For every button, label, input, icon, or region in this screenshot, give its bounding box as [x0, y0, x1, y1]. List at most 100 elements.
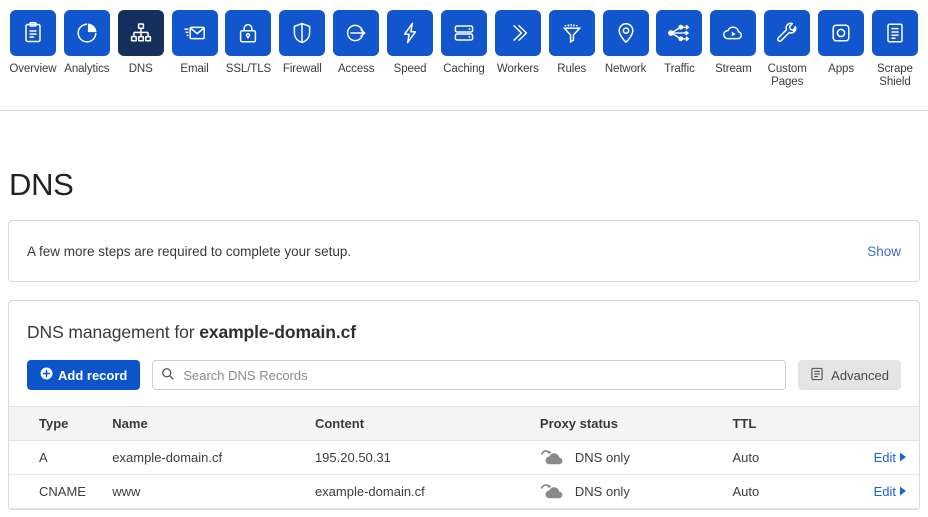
dns-heading-prefix: DNS management for [27, 322, 200, 342]
nav-label-network: Network [604, 63, 647, 75]
column-header-ttl[interactable]: TTL [726, 406, 849, 441]
nav-label-rules: Rules [557, 63, 587, 75]
proxy-status-label: DNS only [574, 484, 630, 499]
dns-table-body: A example-domain.cf 195.20.50.31 DNS onl… [9, 440, 919, 509]
nav-label-access: Access [337, 63, 375, 75]
nav-item-access[interactable]: Access [329, 10, 383, 76]
cell-type: CNAME [9, 474, 107, 509]
column-header-actions [848, 406, 919, 441]
nav-tile-scrape-shield[interactable] [871, 10, 918, 56]
apps-icon [829, 21, 853, 45]
setup-notice-show-link[interactable]: Show [867, 244, 901, 259]
nav-item-firewall[interactable]: Firewall [275, 10, 329, 76]
nav-label-traffic: Traffic [664, 63, 695, 75]
nav-item-caching[interactable]: Caching [437, 10, 491, 76]
nav-label-firewall: Firewall [282, 63, 322, 75]
advanced-label: Advanced [831, 367, 889, 383]
plus-circle-icon [40, 367, 53, 383]
dns-management-heading: DNS management for example-domain.cf [9, 301, 919, 343]
nav-item-custom-pages[interactable]: Custom Pages [760, 10, 814, 89]
cell-content: example-domain.cf [308, 474, 534, 509]
nav-tile-traffic[interactable] [656, 10, 703, 56]
cell-name: example-domain.cf [106, 440, 309, 475]
grey-cloud-icon [540, 448, 566, 468]
nav-tile-ssl-tls[interactable] [225, 10, 272, 56]
nav-label-stream: Stream [715, 63, 752, 75]
edit-record-link[interactable]: Edit [874, 484, 907, 499]
advanced-button[interactable]: Advanced [798, 360, 901, 390]
nav-tile-workers[interactable] [494, 10, 541, 56]
page-content: DNS A few more steps are required to com… [0, 167, 928, 510]
page-title: DNS [9, 167, 74, 202]
cell-ttl: Auto [726, 440, 849, 475]
nav-item-overview[interactable]: Overview [6, 10, 60, 76]
cell-proxy-status[interactable]: DNS only [533, 440, 727, 475]
lock-icon [236, 21, 260, 45]
nav-tile-apps[interactable] [818, 10, 865, 56]
cell-proxy-status[interactable]: DNS only [533, 474, 727, 509]
nav-item-dns[interactable]: DNS [114, 10, 168, 76]
nav-tile-speed[interactable] [387, 10, 434, 56]
nav-tile-custom-pages[interactable] [764, 10, 811, 56]
nav-item-ssl-tls[interactable]: SSL/TLS [222, 10, 276, 76]
nav-item-analytics[interactable]: Analytics [60, 10, 114, 76]
app-nav: Overview Analytics DNS Email SSL/TLS Fir… [0, 0, 928, 111]
nav-tile-firewall[interactable] [279, 10, 326, 56]
nav-item-rules[interactable]: Rules [545, 10, 599, 76]
edit-label: Edit [873, 484, 896, 499]
nav-item-apps[interactable]: Apps [814, 10, 868, 76]
nav-tile-email[interactable] [171, 10, 218, 56]
add-record-button[interactable]: Add record [27, 360, 141, 390]
add-record-label: Add record [58, 367, 128, 383]
nav-tile-dns[interactable] [117, 10, 164, 56]
dns-management-card: DNS management for example-domain.cf Add… [8, 300, 920, 510]
envelope-icon [183, 21, 207, 45]
setup-notice-card: A few more steps are required to complet… [8, 220, 920, 282]
column-header-type[interactable]: Type [9, 406, 107, 441]
sitemap-icon [129, 21, 153, 45]
nav-tile-analytics[interactable] [63, 10, 110, 56]
cell-edit[interactable]: Edit [848, 474, 919, 509]
dns-search-input[interactable] [152, 360, 787, 390]
pie-chart-icon [75, 21, 99, 45]
sign-in-icon [344, 21, 368, 45]
column-header-content[interactable]: Content [308, 406, 534, 441]
dns-table-header-row: Type Name Content Proxy status TTL [9, 406, 919, 441]
proxy-status-label: DNS only [574, 450, 630, 465]
nav-item-email[interactable]: Email [168, 10, 222, 76]
nav-item-workers[interactable]: Workers [491, 10, 545, 76]
nav-tile-stream[interactable] [710, 10, 757, 56]
cell-edit[interactable]: Edit [848, 440, 919, 475]
nav-label-ssl-tls: SSL/TLS [225, 63, 272, 75]
nav-item-scrape-shield[interactable]: Scrape Shield [868, 10, 922, 89]
caret-right-icon [899, 450, 907, 465]
server-icon [452, 21, 476, 45]
bolt-icon [398, 21, 422, 45]
dns-records-table: Type Name Content Proxy status TTL A exa… [9, 406, 919, 509]
nav-item-network[interactable]: Network [599, 10, 653, 76]
nav-tile-caching[interactable] [440, 10, 487, 56]
nav-label-overview: Overview [9, 63, 57, 75]
nav-items: Overview Analytics DNS Email SSL/TLS Fir… [0, 10, 928, 89]
nav-tile-rules[interactable] [548, 10, 595, 56]
nav-item-stream[interactable]: Stream [706, 10, 760, 76]
nav-label-apps: Apps [828, 63, 854, 75]
column-header-name[interactable]: Name [106, 406, 309, 441]
edit-record-link[interactable]: Edit [874, 450, 907, 465]
nav-tile-network[interactable] [602, 10, 649, 56]
nav-item-speed[interactable]: Speed [383, 10, 437, 76]
nav-tile-access[interactable] [333, 10, 380, 56]
proxy-status-badge[interactable]: DNS only [540, 448, 721, 468]
column-header-proxy-status[interactable]: Proxy status [533, 406, 727, 441]
table-row[interactable]: CNAME www example-domain.cf DNS only Aut… [9, 474, 919, 509]
nav-label-caching: Caching [443, 63, 485, 75]
funnel-icon [560, 21, 584, 45]
nav-label-workers: Workers [496, 63, 539, 75]
table-row[interactable]: A example-domain.cf 195.20.50.31 DNS onl… [9, 440, 919, 475]
nav-tile-overview[interactable] [9, 10, 56, 56]
nav-item-traffic[interactable]: Traffic [653, 10, 707, 76]
nav-label-speed: Speed [393, 63, 427, 75]
document-icon [883, 21, 907, 45]
proxy-status-badge[interactable]: DNS only [540, 482, 721, 502]
cloud-play-icon [721, 21, 745, 45]
